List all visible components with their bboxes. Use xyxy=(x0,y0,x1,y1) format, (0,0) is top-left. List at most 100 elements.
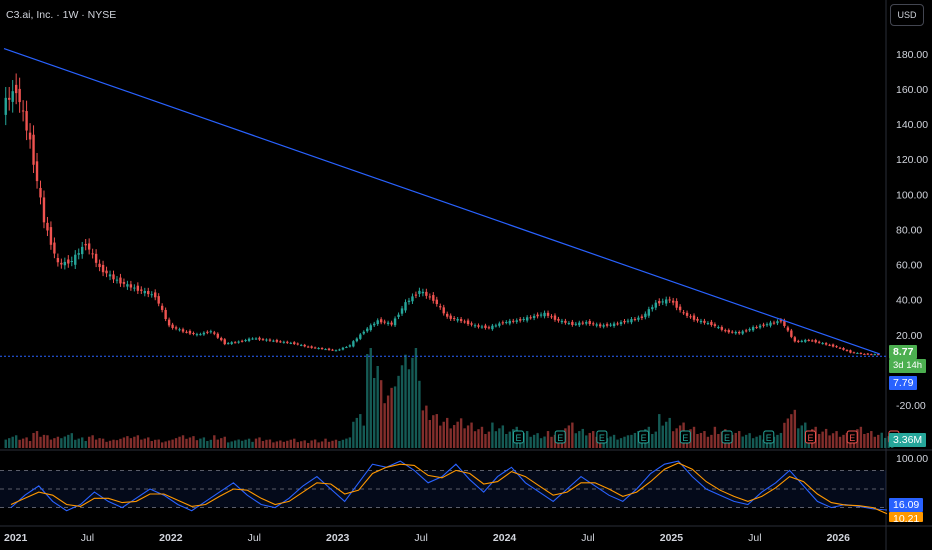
candle-body xyxy=(67,259,70,264)
earnings-marker-label: E xyxy=(724,433,730,443)
volume-bar xyxy=(108,440,112,448)
time-tick-label: 2024 xyxy=(493,532,517,544)
candle-body xyxy=(407,300,411,302)
volume-bar xyxy=(400,365,404,448)
volume-bar xyxy=(477,429,480,448)
volume-bar xyxy=(49,439,53,448)
volume-bar xyxy=(230,441,233,448)
volume-bar xyxy=(567,425,571,448)
candle-body xyxy=(39,187,42,198)
volume-bar xyxy=(658,414,661,448)
volume-bar xyxy=(105,441,108,448)
price-tick-label: 40.00 xyxy=(896,295,922,307)
candle-body xyxy=(494,325,498,327)
volume-bar xyxy=(126,436,129,448)
volume-bar xyxy=(32,432,35,448)
candle-body xyxy=(727,330,730,333)
candle-body xyxy=(800,340,803,342)
volume-bar xyxy=(320,441,324,448)
candle-body xyxy=(647,309,651,316)
earnings-marker-label: E xyxy=(557,433,563,443)
volume-bar xyxy=(359,414,362,448)
volume-bar xyxy=(748,433,751,448)
volume-bar xyxy=(244,439,247,448)
candle-body xyxy=(633,319,637,321)
candle-body xyxy=(60,262,63,265)
currency-button[interactable]: USD xyxy=(890,4,924,26)
candle-body xyxy=(414,294,418,296)
candle-body xyxy=(539,314,543,316)
candle-body xyxy=(581,322,584,324)
candle-body xyxy=(247,338,251,341)
volume-bar xyxy=(494,431,498,448)
candle-body xyxy=(404,302,407,311)
volume-bar xyxy=(536,433,539,448)
candle-body xyxy=(623,320,626,323)
candle-body xyxy=(428,296,432,298)
candle-body xyxy=(616,323,619,325)
candle-body xyxy=(286,341,289,343)
volume-bar xyxy=(178,436,181,448)
volume-bar xyxy=(160,442,164,448)
volume-bar xyxy=(539,438,543,448)
candle-body xyxy=(713,324,717,326)
volume-bar xyxy=(470,422,473,448)
candle-body xyxy=(849,350,852,353)
candle-body xyxy=(856,352,859,354)
candle-body xyxy=(706,322,710,324)
volume-bar xyxy=(237,439,240,448)
candle-body xyxy=(11,91,14,102)
candle-body xyxy=(251,338,254,340)
volume-bar xyxy=(505,434,508,448)
candle-body xyxy=(459,319,463,322)
volume-tag: 3.36M xyxy=(889,433,927,447)
rsi-k-tag: 16.09 xyxy=(889,498,924,512)
candle-body xyxy=(442,307,445,314)
grid xyxy=(0,0,932,550)
price-candles[interactable] xyxy=(4,73,880,356)
candle-body xyxy=(282,341,286,343)
volume-bar xyxy=(744,434,748,448)
price-tick-label: 60.00 xyxy=(896,260,922,272)
volume-bar xyxy=(147,437,150,448)
candle-body xyxy=(352,341,355,347)
time-tick-label: Jul xyxy=(248,532,261,544)
candle-body xyxy=(32,134,35,165)
volume-bar xyxy=(310,440,313,448)
candle-body xyxy=(512,320,515,322)
volume-bar xyxy=(473,431,477,448)
candle-body xyxy=(463,321,466,323)
candle-body xyxy=(411,296,414,302)
candle-body xyxy=(678,306,682,311)
volume-bar xyxy=(668,417,671,448)
candle-body xyxy=(386,322,390,324)
candle-body xyxy=(498,323,501,326)
candle-body xyxy=(772,322,776,324)
volume-bar xyxy=(60,438,63,448)
candle-body xyxy=(470,323,473,325)
candle-body xyxy=(797,340,800,342)
symbol-title[interactable]: C3.ai, Inc. · 1W · NYSE xyxy=(6,9,116,21)
candle-body xyxy=(751,327,755,331)
candle-body xyxy=(804,340,807,342)
volume-bar xyxy=(884,437,887,448)
candle-body xyxy=(811,340,814,342)
candle-body xyxy=(115,279,119,281)
volume-bar xyxy=(42,434,46,448)
volume-bar xyxy=(341,439,345,448)
candle-body xyxy=(644,313,647,318)
volume-bar xyxy=(331,440,334,448)
candle-body xyxy=(91,253,94,255)
candle-body xyxy=(724,330,727,332)
candle-body xyxy=(532,315,536,319)
price-axis[interactable]: 180.00 160.00 140.00 120.00 100.00 80.00 60.00… xyxy=(896,49,928,465)
price-tick-label: 180.00 xyxy=(896,49,928,61)
volume-bar xyxy=(220,438,223,448)
time-axis[interactable]: 2021 Jul 2022 Jul 2023 Jul 2024 Jul 2025 Jul 2026 xyxy=(4,532,850,544)
candle-body xyxy=(710,321,713,325)
candle-body xyxy=(592,323,595,325)
candle-body xyxy=(393,318,397,326)
volume-bar xyxy=(671,431,675,448)
candle-body xyxy=(852,352,856,354)
candle-body xyxy=(376,320,379,325)
